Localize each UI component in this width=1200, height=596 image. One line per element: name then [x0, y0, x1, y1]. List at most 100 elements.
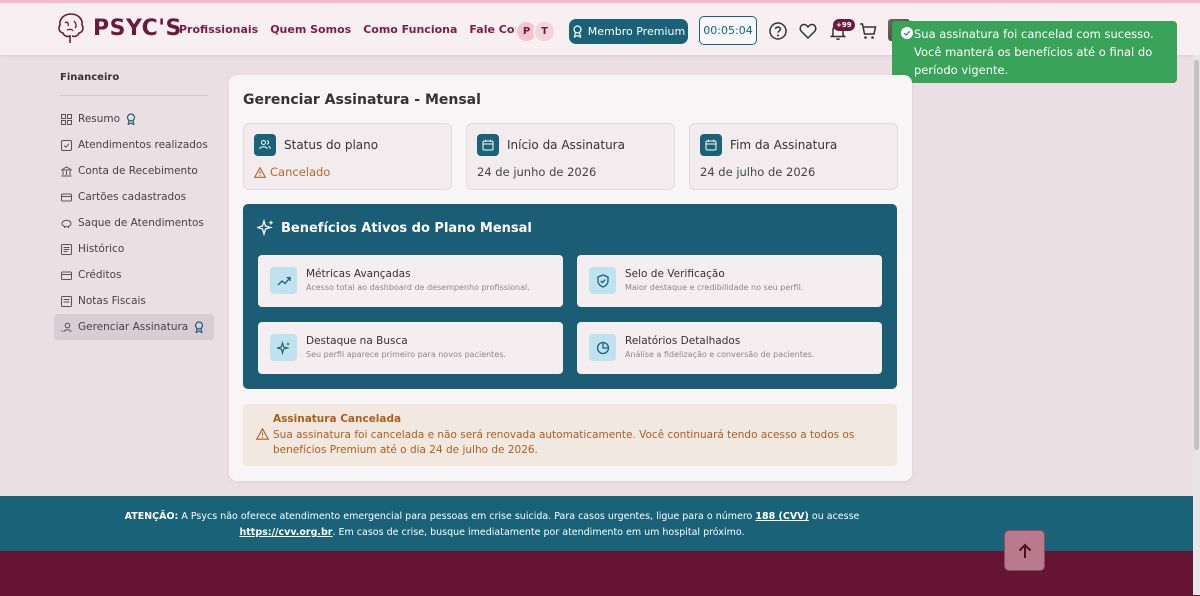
logo[interactable]: PSYC'S	[55, 11, 182, 45]
arrow-up-icon	[1018, 543, 1031, 558]
benefit-item-selo: Selo de Verificação Maior destaque e cre…	[577, 255, 882, 307]
benefit-desc: Maior destaque e credibilidade no seu pe…	[625, 283, 804, 292]
subscription-card: Gerenciar Assinatura - Mensal Status do …	[229, 75, 912, 481]
cancellation-title: Assinatura Cancelada	[273, 413, 402, 425]
benefit-title: Relatórios Detalhados	[625, 335, 741, 347]
success-toast[interactable]: Sua assinatura foi cancelad com sucesso.…	[892, 21, 1177, 83]
benefit-desc: Seu perfil aparece primeiro para novos p…	[306, 350, 506, 359]
cart-icon[interactable]	[858, 21, 878, 41]
premium-medal-icon	[126, 113, 136, 125]
medal-icon	[573, 25, 582, 38]
avatar-group[interactable]: P T	[515, 20, 556, 43]
notification-badge: +99	[833, 19, 855, 31]
end-label: Fim da Assinatura	[730, 138, 838, 152]
warning-icon	[256, 428, 269, 440]
benefit-item-metricas: Métricas Avançadas Acesso total ao dashb…	[258, 255, 563, 307]
warning-icon	[254, 166, 266, 178]
cvv-site-link[interactable]: https://cvv.org.br	[239, 527, 332, 538]
benefits-panel: Benefícios Ativos do Plano Mensal Métric…	[243, 204, 897, 389]
sidebar-item-atendimentos[interactable]: Atendimentos realizados	[54, 132, 214, 158]
sidebar-item-label: Saque de Atendimentos	[78, 217, 204, 229]
status-box: Status do plano Cancelado	[243, 123, 452, 190]
benefit-title: Destaque na Busca	[306, 335, 408, 347]
session-timer: 00:05:04	[699, 16, 757, 45]
nav-profissionais[interactable]: Profissionais	[179, 23, 258, 36]
scroll-to-top-button[interactable]	[1004, 530, 1045, 571]
check-circle-icon	[901, 27, 913, 39]
sidebar-item-label: Resumo	[78, 113, 121, 125]
sidebar-item-label: Créditos	[78, 269, 122, 281]
main-nav: Profissionais Quem Somos Como Funciona F…	[179, 23, 550, 36]
trending-up-icon	[270, 267, 297, 294]
benefit-desc: Análise a fidelização e conversão de pac…	[625, 350, 815, 359]
start-label: Início da Assinatura	[507, 138, 625, 152]
attention-label: ATENÇÃO:	[124, 511, 179, 522]
cancellation-text: Sua assinatura foi cancelada e não será …	[273, 429, 855, 456]
sidebar-item-label: Histórico	[78, 243, 125, 255]
sidebar-item-gerenciar-assinatura[interactable]: Gerenciar Assinatura	[54, 314, 214, 340]
emergency-notice: ATENÇÃO: A Psycs não oferece atendimento…	[117, 509, 867, 541]
bank-icon	[61, 165, 72, 176]
sidebar-item-cartoes[interactable]: Cartões cadastrados	[54, 184, 214, 210]
premium-member-button[interactable]: Membro Premium	[569, 19, 688, 44]
cvv-phone-link[interactable]: 188 (CVV)	[755, 511, 809, 522]
benefit-item-relatorios: Relatórios Detalhados Análise a fideliza…	[577, 322, 882, 374]
nav-quem-somos[interactable]: Quem Somos	[270, 23, 351, 36]
sidebar-item-saque[interactable]: Saque de Atendimentos	[54, 210, 214, 236]
sidebar-item-conta-recebimento[interactable]: Conta de Recebimento	[54, 158, 214, 184]
card-icon	[61, 193, 72, 201]
nav-como-funciona[interactable]: Como Funciona	[363, 23, 457, 36]
premium-medal-icon	[195, 321, 204, 333]
sparkles-icon	[270, 334, 297, 361]
pie-chart-icon	[589, 334, 616, 361]
sidebar-item-notas-fiscais[interactable]: Notas Fiscais	[54, 288, 214, 314]
premium-member-label: Membro Premium	[587, 25, 686, 38]
page-scrollbar-thumb[interactable]	[1194, 60, 1199, 450]
calendar-icon	[700, 134, 722, 156]
sidebar-item-label: Gerenciar Assinatura	[78, 321, 189, 333]
sidebar-item-label: Atendimentos realizados	[78, 139, 208, 151]
footer-text-3: . Em casos de crise, busque imediatament…	[332, 527, 745, 538]
end-date-box: Fim da Assinatura 24 de julho de 2026	[689, 123, 898, 190]
list-icon	[61, 243, 72, 255]
sidebar-item-label: Cartões cadastrados	[78, 191, 187, 203]
check-square-icon	[61, 139, 72, 151]
wallet-icon	[61, 271, 72, 280]
start-value: 24 de junho de 2026	[477, 165, 597, 179]
sidebar-title: Financeiro	[60, 72, 120, 83]
users-icon	[254, 134, 276, 156]
footer-text-2: ou acesse	[808, 511, 860, 522]
status-value: Cancelado	[270, 165, 331, 179]
receipt-icon	[61, 295, 72, 307]
subscription-icon	[61, 322, 72, 332]
avatar: T	[533, 20, 556, 43]
calendar-icon	[477, 134, 499, 156]
benefits-title: Benefícios Ativos do Plano Mensal	[281, 220, 532, 236]
help-icon[interactable]	[768, 21, 788, 41]
page-title: Gerenciar Assinatura - Mensal	[243, 92, 481, 108]
end-value: 24 de julho de 2026	[700, 165, 816, 179]
footer-text-1: A Psycs não oferece atendimento emergenc…	[178, 511, 756, 522]
start-date-box: Início da Assinatura 24 de junho de 2026	[466, 123, 675, 190]
sidebar-divider	[60, 95, 208, 96]
benefit-item-destaque: Destaque na Busca Seu perfil aparece pri…	[258, 322, 563, 374]
piggy-icon	[61, 219, 72, 228]
grid-icon	[61, 113, 72, 125]
sidebar-item-resumo[interactable]: Resumo	[54, 106, 214, 132]
brain-logo-icon	[58, 13, 84, 43]
sidebar-item-label: Conta de Recebimento	[78, 165, 198, 177]
cancellation-notice: Assinatura Cancelada Sua assinatura foi …	[243, 404, 897, 466]
heart-icon[interactable]	[798, 21, 818, 41]
benefit-title: Métricas Avançadas	[306, 268, 411, 280]
sidebar: Financeiro Resumo Atendimentos realizado…	[54, 72, 214, 340]
shield-check-icon	[589, 267, 616, 294]
toast-message: Sua assinatura foi cancelad com sucesso.…	[914, 27, 1154, 77]
sidebar-item-label: Notas Fiscais	[78, 295, 146, 307]
status-label: Status do plano	[284, 138, 379, 152]
sidebar-item-historico[interactable]: Histórico	[54, 236, 214, 262]
sparkles-icon	[257, 219, 274, 237]
sidebar-item-creditos[interactable]: Créditos	[54, 262, 214, 288]
benefit-title: Selo de Verificação	[625, 268, 725, 280]
benefit-desc: Acesso total ao dashboard de desempenho …	[306, 283, 530, 292]
logo-text: PSYC'S	[93, 15, 182, 41]
